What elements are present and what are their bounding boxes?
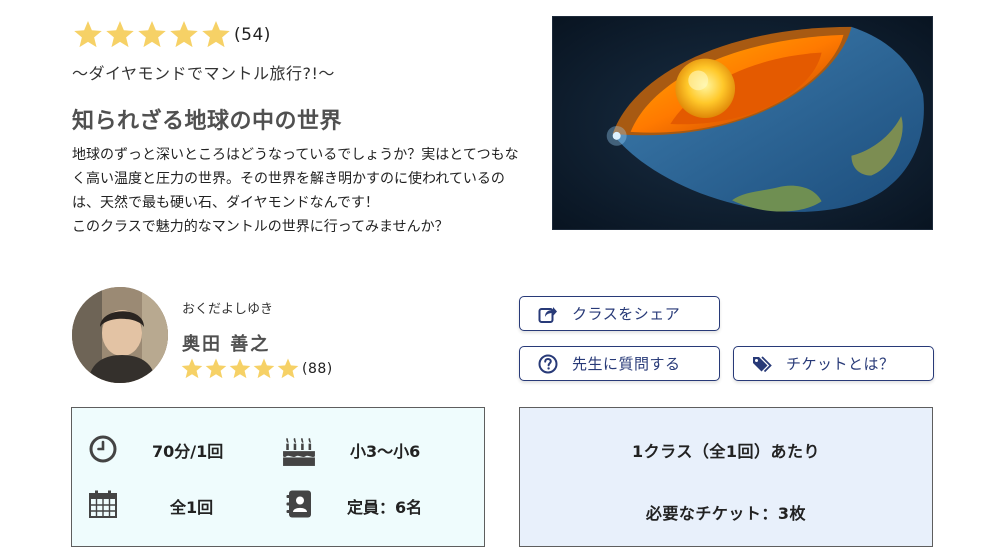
- sessions-item: 全1回: [88, 489, 213, 519]
- question-circle-icon: [538, 354, 558, 373]
- ask-teacher-button[interactable]: 先生に質問する: [519, 346, 720, 381]
- grade-item: 小3〜小6: [282, 433, 420, 467]
- star-icon: [170, 21, 198, 48]
- course-subtitle: 〜ダイヤモンドでマントル旅行?!〜: [72, 64, 335, 83]
- clock-icon: [89, 435, 117, 463]
- star-icon: [253, 358, 275, 379]
- rating-stars: [180, 357, 300, 381]
- star-icon: [74, 21, 102, 48]
- capacity-item: 定員：6名: [285, 489, 422, 519]
- calendar-icon: [89, 490, 117, 518]
- price-box: 1クラス（全1回）あたり 必要なチケット：3枚: [519, 407, 933, 547]
- teacher-rating-count: (88): [302, 361, 333, 377]
- star-icon: [277, 358, 299, 379]
- price-per-class: 1クラス（全1回）あたり: [632, 442, 820, 461]
- course-rating: (54): [72, 18, 271, 52]
- rating-count: (54): [234, 25, 271, 45]
- address-book-icon: [286, 490, 311, 518]
- earth-cross-section-icon: [553, 17, 932, 229]
- description-paragraph: このクラスで魅力的なマントルの世界に行ってみませんか？: [72, 219, 449, 235]
- teacher-name-kana: おくだよしゆき: [182, 302, 274, 317]
- ticket-info-button[interactable]: チケットとは？: [733, 346, 934, 381]
- teacher-avatar[interactable]: [72, 287, 168, 383]
- ask-teacher-label: 先生に質問する: [572, 355, 681, 373]
- duration-value: 70分/1回: [152, 442, 224, 461]
- star-icon: [181, 358, 203, 379]
- star-icon: [205, 358, 227, 379]
- capacity-value: 定員：6名: [347, 498, 423, 517]
- share-class-button[interactable]: クラスをシェア: [519, 296, 720, 331]
- teacher-rating: (88): [180, 356, 333, 382]
- course-description: 地球のずっと深いところはどうなっているでしょうか？実はとてつもなく高い温度と圧力…: [72, 143, 532, 239]
- sessions-value: 全1回: [170, 498, 214, 517]
- birthday-cake-icon: [283, 437, 315, 466]
- star-icon: [229, 358, 251, 379]
- star-icon: [202, 21, 230, 48]
- description-paragraph: 地球のずっと深いところはどうなっているでしょうか？実はとてつもなく高い温度と圧力…: [72, 147, 519, 211]
- teacher-name[interactable]: 奥田 善之: [182, 330, 270, 356]
- class-info-box: 70分/1回 小3〜小6 全1回 定員：6名: [71, 407, 485, 547]
- grade-value: 小3〜小6: [350, 442, 421, 461]
- share-class-label: クラスをシェア: [572, 305, 681, 323]
- ticket-info-label: チケットとは？: [786, 355, 895, 373]
- tags-icon: [753, 355, 772, 372]
- star-icon: [106, 21, 134, 48]
- teacher-photo: [72, 287, 168, 383]
- course-image: [552, 16, 933, 230]
- course-title: 知られざる地球の中の世界: [72, 109, 343, 134]
- duration-item: 70分/1回: [88, 434, 223, 464]
- required-tickets: 必要なチケット：3枚: [645, 504, 807, 523]
- rating-stars: [72, 19, 232, 51]
- share-icon: [538, 306, 557, 323]
- star-icon: [138, 21, 166, 48]
